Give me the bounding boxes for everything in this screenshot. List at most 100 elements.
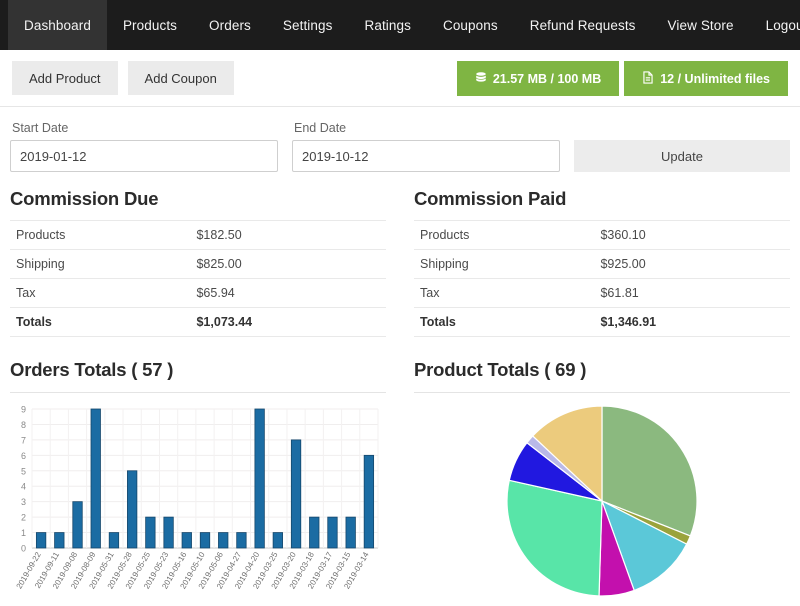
table-row: Totals$1,346.91 xyxy=(414,308,790,337)
table-row: Tax$65.94 xyxy=(10,279,386,308)
nav-item-label: Logout xyxy=(766,18,800,33)
files-usage-badge[interactable]: 12 / Unlimited files xyxy=(624,61,788,96)
nav-item-products[interactable]: Products xyxy=(107,0,193,50)
add-product-button[interactable]: Add Product xyxy=(12,61,118,95)
y-axis-tick-label: 9 xyxy=(21,405,26,415)
end-date-input[interactable] xyxy=(292,140,560,172)
commission-paid-title: Commission Paid xyxy=(414,188,790,210)
y-axis-tick-label: 8 xyxy=(21,420,26,430)
table-row: Shipping$925.00 xyxy=(414,250,790,279)
nav-item-refund-requests[interactable]: Refund Requests xyxy=(514,0,652,50)
bar[interactable] xyxy=(218,533,227,548)
bar[interactable] xyxy=(237,533,246,548)
y-axis-tick-label: 1 xyxy=(21,528,26,538)
bar[interactable] xyxy=(310,517,319,548)
row-label: Totals xyxy=(10,308,190,337)
nav-item-label: View Store xyxy=(668,18,734,33)
main-navbar: Dashboard Products Orders Settings Ratings Co… xyxy=(0,0,800,50)
files-usage-label: 12 / Unlimited files xyxy=(660,72,770,86)
orders-chart-divider xyxy=(10,392,386,393)
charts-section: Orders Totals ( 57 ) 01234567892019-09-2… xyxy=(0,359,800,606)
row-value: $182.50 xyxy=(190,221,386,250)
y-axis-tick-label: 6 xyxy=(21,451,26,461)
row-label: Shipping xyxy=(10,250,190,279)
y-axis-tick-label: 3 xyxy=(21,497,26,507)
commission-paid-panel: Commission Paid Products$360.10Shipping$… xyxy=(400,188,790,337)
end-date-field: End Date xyxy=(292,121,560,172)
table-row: Shipping$825.00 xyxy=(10,250,386,279)
bar[interactable] xyxy=(273,533,282,548)
start-date-input[interactable] xyxy=(10,140,278,172)
add-coupon-button[interactable]: Add Coupon xyxy=(128,61,234,95)
nav-item-label: Orders xyxy=(209,18,251,33)
date-filter-row: Start Date End Date Update xyxy=(0,107,800,172)
bar[interactable] xyxy=(328,517,337,548)
action-toolbar: Add Product Add Coupon 21.57 MB / 100 MB xyxy=(0,50,800,107)
start-date-label: Start Date xyxy=(10,121,278,135)
bar[interactable] xyxy=(364,455,373,548)
row-value: $1,073.44 xyxy=(190,308,386,337)
storage-usage-label: 21.57 MB / 100 MB xyxy=(493,72,601,86)
bar[interactable] xyxy=(36,533,45,548)
row-label: Products xyxy=(414,221,594,250)
nav-item-view-store[interactable]: View Store xyxy=(652,0,750,50)
y-axis-tick-label: 7 xyxy=(21,435,26,445)
row-value: $925.00 xyxy=(594,250,790,279)
bar[interactable] xyxy=(109,533,118,548)
row-value: $61.81 xyxy=(594,279,790,308)
row-label: Tax xyxy=(414,279,594,308)
update-button[interactable]: Update xyxy=(574,140,790,172)
y-axis-tick-label: 5 xyxy=(21,466,26,476)
bar[interactable] xyxy=(346,517,355,548)
nav-item-label: Coupons xyxy=(443,18,498,33)
nav-item-orders[interactable]: Orders xyxy=(193,0,267,50)
database-icon xyxy=(475,71,493,86)
row-value: $1,346.91 xyxy=(594,308,790,337)
table-row: Products$182.50 xyxy=(10,221,386,250)
nav-item-label: Ratings xyxy=(364,18,410,33)
file-icon xyxy=(642,71,660,87)
bar[interactable] xyxy=(291,440,300,548)
row-label: Tax xyxy=(10,279,190,308)
bar[interactable] xyxy=(255,409,264,548)
storage-usage-badge[interactable]: 21.57 MB / 100 MB xyxy=(457,61,619,96)
nav-item-settings[interactable]: Settings xyxy=(267,0,349,50)
nav-item-coupons[interactable]: Coupons xyxy=(427,0,514,50)
nav-item-label: Dashboard xyxy=(24,18,91,33)
commission-due-title: Commission Due xyxy=(10,188,386,210)
orders-chart-title: Orders Totals ( 57 ) xyxy=(10,359,386,381)
y-axis-tick-label: 0 xyxy=(21,544,26,554)
bar[interactable] xyxy=(127,471,136,548)
orders-chart-panel: Orders Totals ( 57 ) 01234567892019-09-2… xyxy=(10,359,400,606)
y-axis-tick-label: 2 xyxy=(21,513,26,523)
bar[interactable] xyxy=(55,533,64,548)
nav-item-ratings[interactable]: Ratings xyxy=(348,0,426,50)
y-axis-tick-label: 4 xyxy=(21,482,26,492)
start-date-field: Start Date xyxy=(10,121,278,172)
nav-item-label: Settings xyxy=(283,18,333,33)
row-value: $825.00 xyxy=(190,250,386,279)
bar[interactable] xyxy=(91,409,100,548)
products-chart-title: Product Totals ( 69 ) xyxy=(414,359,790,381)
row-label: Totals xyxy=(414,308,594,337)
nav-item-label: Products xyxy=(123,18,177,33)
row-value: $360.10 xyxy=(594,221,790,250)
commission-paid-table: Products$360.10Shipping$925.00Tax$61.81T… xyxy=(414,220,790,337)
bar[interactable] xyxy=(73,502,82,548)
bar[interactable] xyxy=(182,533,191,548)
bar[interactable] xyxy=(146,517,155,548)
row-value: $65.94 xyxy=(190,279,386,308)
bar[interactable] xyxy=(200,533,209,548)
table-row: Products$360.10 xyxy=(414,221,790,250)
row-label: Shipping xyxy=(414,250,594,279)
product-pie-chart xyxy=(414,401,790,606)
table-row: Totals$1,073.44 xyxy=(10,308,386,337)
products-chart-divider xyxy=(414,392,790,393)
commission-due-table: Products$182.50Shipping$825.00Tax$65.94T… xyxy=(10,220,386,337)
bar[interactable] xyxy=(164,517,173,548)
nav-item-dashboard[interactable]: Dashboard xyxy=(8,0,107,50)
products-chart-panel: Product Totals ( 69 ) xyxy=(400,359,790,606)
row-label: Products xyxy=(10,221,190,250)
orders-bar-chart: 01234567892019-09-222019-09-112019-09-08… xyxy=(10,401,386,606)
nav-item-logout[interactable]: Logout xyxy=(750,0,800,50)
